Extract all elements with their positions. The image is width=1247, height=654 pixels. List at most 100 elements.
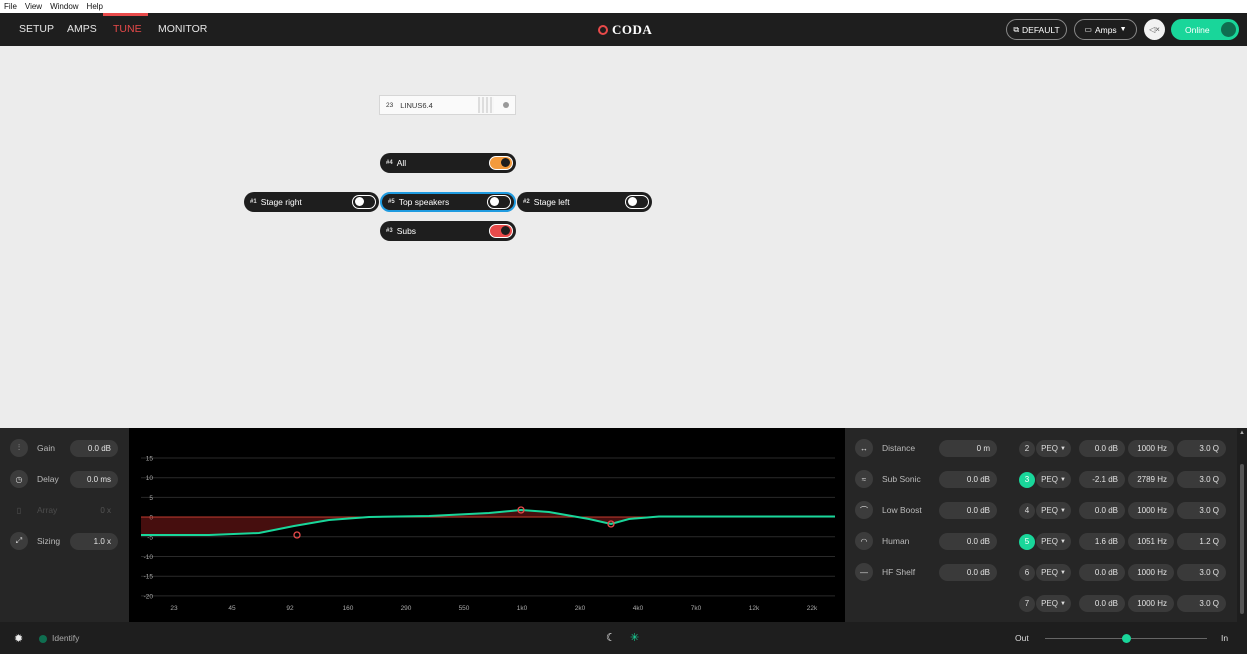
toggle-knob bbox=[501, 158, 510, 167]
peq-freq-field[interactable]: 1000 Hz bbox=[1128, 595, 1174, 612]
peq-gain-field[interactable]: -2.1 dB bbox=[1079, 471, 1125, 488]
group-toggle[interactable] bbox=[489, 156, 513, 170]
peq-q-field[interactable]: 3.0 Q bbox=[1177, 440, 1226, 457]
group-subs[interactable]: #3 Subs bbox=[380, 221, 516, 241]
peq-type-dropdown[interactable]: PEQ ▼ bbox=[1036, 471, 1071, 488]
peq-q-field[interactable]: 3.0 Q bbox=[1177, 595, 1226, 612]
out-label: Out bbox=[1015, 633, 1029, 643]
sliders-icon: ⫶ bbox=[10, 439, 28, 457]
peq-gain-field[interactable]: 1.6 dB bbox=[1079, 533, 1125, 550]
group-stage-left[interactable]: #2 Stage left bbox=[517, 192, 652, 212]
peq-band-number[interactable]: 7 bbox=[1019, 595, 1035, 612]
group-label: Stage left bbox=[533, 197, 570, 207]
identify-indicator-icon bbox=[39, 635, 47, 643]
scrollbar-thumb[interactable] bbox=[1240, 464, 1244, 614]
delay-field[interactable]: 0.0 ms bbox=[70, 471, 118, 488]
toggle-knob bbox=[355, 197, 364, 206]
x-tick-label: 160 bbox=[343, 605, 354, 612]
tab-tune[interactable]: TUNE bbox=[113, 13, 142, 46]
eq-param-row: — HF Shelf bbox=[855, 563, 915, 581]
peq-type-dropdown[interactable]: PEQ ▼ bbox=[1036, 502, 1071, 519]
peq-band-number[interactable]: 3 bbox=[1019, 471, 1035, 488]
peq-q-field[interactable]: 1.2 Q bbox=[1177, 533, 1226, 550]
peq-band-number[interactable]: 4 bbox=[1019, 502, 1035, 519]
default-button[interactable]: ⧉ DEFAULT bbox=[1006, 19, 1067, 40]
peq-freq-field[interactable]: 1051 Hz bbox=[1128, 533, 1174, 550]
peq-q-field[interactable]: 3.0 Q bbox=[1177, 471, 1226, 488]
peq-gain-field[interactable]: 0.0 dB bbox=[1079, 440, 1125, 457]
group-number: #3 bbox=[386, 228, 393, 234]
tab-amps[interactable]: AMPS bbox=[67, 13, 97, 46]
scroll-up-icon[interactable]: ▲ bbox=[1239, 430, 1245, 436]
peq-freq-field[interactable]: 1000 Hz bbox=[1128, 502, 1174, 519]
identify-button[interactable]: Identify bbox=[52, 633, 79, 643]
peq-type-dropdown[interactable]: PEQ ▼ bbox=[1036, 564, 1071, 581]
peq-q-field[interactable]: 3.0 Q bbox=[1177, 502, 1226, 519]
group-toggle[interactable] bbox=[487, 195, 511, 209]
out-in-slider-knob[interactable] bbox=[1121, 634, 1131, 643]
chevron-down-icon: ▼ bbox=[1059, 538, 1066, 545]
menu-window[interactable]: Window bbox=[50, 2, 78, 11]
amps-label: Amps bbox=[1094, 24, 1117, 35]
delay-label: Delay bbox=[37, 474, 59, 484]
group-number: #2 bbox=[523, 199, 530, 205]
settings-gear-icon[interactable]: ✹ bbox=[14, 632, 23, 645]
menu-view[interactable]: View bbox=[25, 2, 42, 11]
eq-response-graph[interactable]: 151050-5-10-15-202345921602905501k02k04k… bbox=[129, 428, 845, 622]
tab-setup[interactable]: SETUP bbox=[19, 13, 54, 46]
group-label: Subs bbox=[396, 226, 417, 236]
peq-type-dropdown[interactable]: PEQ ▼ bbox=[1036, 533, 1071, 550]
peq-band-number[interactable]: 5 bbox=[1019, 533, 1035, 550]
eq-param-field[interactable]: 0.0 dB bbox=[939, 502, 997, 519]
sizing-field[interactable]: 1.0 x bbox=[70, 533, 118, 550]
sun-icon[interactable]: ✳ bbox=[630, 631, 639, 644]
peq-gain-field[interactable]: 0.0 dB bbox=[1079, 502, 1125, 519]
x-tick-label: 23 bbox=[170, 605, 178, 612]
group-toggle[interactable] bbox=[352, 195, 376, 209]
group-top-speakers[interactable]: #5 Top speakers bbox=[380, 192, 516, 212]
peq-band-number[interactable]: 2 bbox=[1019, 440, 1035, 457]
group-toggle[interactable] bbox=[625, 195, 649, 209]
lowboost-icon: ⌒ bbox=[855, 501, 873, 519]
eq-param-field[interactable]: 0.0 dB bbox=[939, 564, 997, 581]
group-stage-right[interactable]: #1 Stage right bbox=[244, 192, 379, 212]
online-toggle[interactable]: Online bbox=[1171, 19, 1239, 40]
peq-gain-field[interactable]: 0.0 dB bbox=[1079, 564, 1125, 581]
peq-gain-field[interactable]: 0.0 dB bbox=[1079, 595, 1125, 612]
in-label: In bbox=[1221, 633, 1229, 643]
human-icon: ◠ bbox=[855, 532, 873, 550]
device-card[interactable]: 23 LINUS6.4 bbox=[379, 95, 516, 115]
eq-param-field[interactable]: 0.0 dB bbox=[939, 533, 997, 550]
group-all[interactable]: #4 All bbox=[380, 153, 516, 173]
chevron-down-icon: ▼ bbox=[1059, 600, 1066, 607]
menu-help[interactable]: Help bbox=[87, 2, 103, 11]
eq-param-field[interactable]: 0 m bbox=[939, 440, 997, 457]
sizing-row: ⤢ Sizing bbox=[10, 532, 60, 550]
eq-param-field[interactable]: 0.0 dB bbox=[939, 471, 997, 488]
tab-monitor[interactable]: MONITOR bbox=[158, 13, 207, 46]
peq-freq-field[interactable]: 1000 Hz bbox=[1128, 440, 1174, 457]
peq-freq-field[interactable]: 2789 Hz bbox=[1128, 471, 1174, 488]
peq-freq-field[interactable]: 1000 Hz bbox=[1128, 564, 1174, 581]
dark-mode-icon[interactable]: ☾ bbox=[606, 631, 616, 644]
peq-type-dropdown[interactable]: PEQ ▼ bbox=[1036, 595, 1071, 612]
array-field: 0 x bbox=[100, 506, 111, 515]
logo-text: CODA bbox=[612, 22, 653, 37]
menu-file[interactable]: File bbox=[4, 2, 17, 11]
array-label: Array bbox=[37, 505, 58, 515]
peq-band-number[interactable]: 6 bbox=[1019, 564, 1035, 581]
device-handle-icon bbox=[478, 97, 494, 113]
amps-dropdown[interactable]: ▭ Amps ▼ bbox=[1074, 19, 1137, 40]
group-toggle[interactable] bbox=[489, 224, 513, 238]
mute-button[interactable]: ◁× bbox=[1144, 19, 1165, 40]
scrollbar[interactable]: ▲ bbox=[1237, 428, 1247, 622]
y-tick-label: 10 bbox=[146, 475, 154, 482]
chevron-down-icon: ▼ bbox=[1119, 26, 1127, 33]
group-number: #5 bbox=[388, 199, 395, 205]
peq-type-dropdown[interactable]: PEQ ▼ bbox=[1036, 440, 1071, 457]
peq-q-field[interactable]: 3.0 Q bbox=[1177, 564, 1226, 581]
x-tick-label: 1k0 bbox=[517, 605, 528, 612]
eq-param-row: ◠ Human bbox=[855, 532, 909, 550]
gain-field[interactable]: 0.0 dB bbox=[70, 440, 118, 457]
group-label: Top speakers bbox=[398, 197, 450, 207]
